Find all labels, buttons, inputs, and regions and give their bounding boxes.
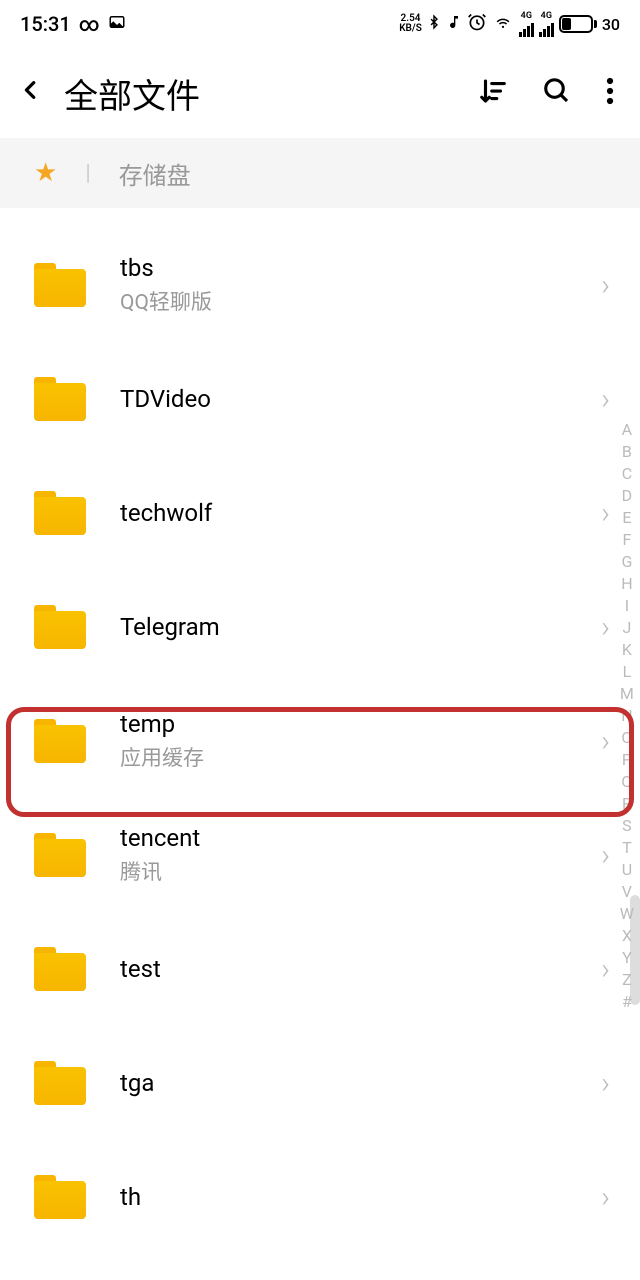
folder-name: th [120,1183,601,1211]
breadcrumb-separator: | [85,161,90,186]
battery-icon [559,15,597,33]
page-title: 全部文件 [64,69,478,118]
folder-item-temp[interactable]: temp 应用缓存 › [0,684,640,798]
folder-subtitle: 腾讯 [120,856,601,886]
status-bar: 15:31 ∞ 2.54 KB/S 4G 4G 30 [0,0,640,48]
index-letter[interactable]: C [622,464,632,483]
folder-icon [34,605,86,649]
index-letter[interactable]: W [620,904,634,923]
status-right: 2.54 KB/S 4G 4G 30 [399,12,620,37]
back-button[interactable] [20,70,42,117]
chevron-right-icon: › [601,1066,610,1101]
breadcrumb: ★ | 存储盘 [0,138,640,208]
index-letter[interactable]: U [622,860,632,879]
index-letter[interactable]: L [623,662,632,681]
folder-name: tencent [120,824,601,852]
alarm-icon [467,12,487,36]
chevron-right-icon: › [601,952,610,987]
wifi-icon [492,13,514,35]
infinity-icon: ∞ [79,12,100,36]
folder-item-tga[interactable]: tga › [0,1026,640,1140]
search-button[interactable] [542,76,572,110]
bluetooth-icon [427,12,441,36]
folder-item-techwolf[interactable]: techwolf › [0,456,640,570]
folder-name: tga [120,1069,601,1097]
index-letter[interactable]: E [622,508,631,527]
folder-icon [34,263,86,307]
folder-name: test [120,955,601,983]
chevron-right-icon: › [601,838,610,873]
chevron-right-icon: › [601,268,610,303]
index-letter[interactable]: T [622,838,632,857]
folder-item-th[interactable]: th › [0,1140,640,1254]
index-letter[interactable]: N [621,706,632,725]
folder-subtitle: 应用缓存 [120,742,601,772]
music-note-icon [446,12,462,36]
index-letter[interactable]: F [622,530,631,549]
index-letter[interactable]: G [621,552,632,571]
sim2-label: 4G [539,12,554,37]
index-letter[interactable]: J [622,618,631,637]
index-letter[interactable]: H [621,574,632,593]
folder-icon [34,1061,86,1105]
folder-item-tdvideo[interactable]: TDVideo › [0,342,640,456]
folder-name: temp [120,710,601,738]
chevron-right-icon: › [601,724,610,759]
folder-name: techwolf [120,499,601,527]
sort-button[interactable] [478,76,508,110]
index-letter[interactable]: R [622,794,632,813]
chevron-right-icon: › [601,496,610,531]
index-letter[interactable]: M [620,684,634,703]
star-icon[interactable]: ★ [34,158,57,188]
folder-item-tencent[interactable]: tencent 腾讯 › [0,798,640,912]
status-time: 15:31 [20,12,71,36]
index-letter[interactable]: Q [621,772,632,791]
battery-percent: 30 [602,15,620,34]
folder-icon [34,947,86,991]
sim1-label: 4G [519,12,534,37]
index-letter[interactable]: # [622,992,632,1011]
signal-bars-1 [519,21,534,37]
index-letter[interactable]: B [622,442,632,461]
chevron-right-icon: › [601,1180,610,1215]
status-left: 15:31 ∞ [20,12,126,36]
folder-list: tbs QQ轻聊版 › TDVideo › techwolf › Telegra… [0,208,640,1254]
folder-item-test[interactable]: test › [0,912,640,1026]
index-letter[interactable]: Y [622,948,632,967]
folder-item-telegram[interactable]: Telegram › [0,570,640,684]
folder-name: tbs [120,254,601,282]
folder-item-tbs[interactable]: tbs QQ轻聊版 › [0,228,640,342]
folder-name: TDVideo [120,385,601,413]
folder-icon [34,377,86,421]
folder-icon [34,719,86,763]
index-letter[interactable]: S [622,816,632,835]
app-header: 全部文件 [0,48,640,138]
index-letter[interactable]: D [622,486,633,505]
folder-subtitle: QQ轻聊版 [120,286,601,316]
signal-bars-2 [539,21,554,37]
alphabet-index[interactable]: A B C D E F G H I J K L M N O P Q R S T … [620,420,634,1011]
index-letter[interactable]: O [621,728,632,747]
network-speed: 2.54 KB/S [399,14,422,34]
index-letter[interactable]: X [622,926,632,945]
index-letter[interactable]: I [625,596,629,615]
chevron-right-icon: › [601,382,610,417]
index-letter[interactable]: A [622,420,632,439]
index-letter[interactable]: V [622,882,632,901]
index-letter[interactable]: K [622,640,632,659]
folder-icon [34,833,86,877]
chevron-right-icon: › [601,610,610,645]
image-icon [108,12,126,36]
index-letter[interactable]: P [622,750,632,769]
more-button[interactable] [606,76,614,110]
folder-icon [34,1175,86,1219]
folder-name: Telegram [120,613,601,641]
breadcrumb-storage[interactable]: 存储盘 [119,156,191,191]
folder-icon [34,491,86,535]
index-letter[interactable]: Z [622,970,632,989]
